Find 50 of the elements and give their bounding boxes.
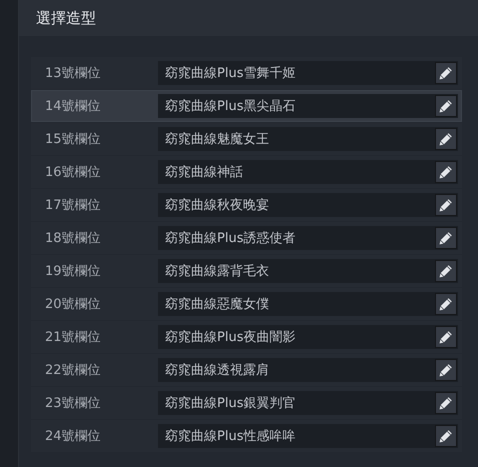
edit-button[interactable] — [435, 293, 457, 315]
slot-label: 20號欄位 — [44, 296, 102, 313]
name-field[interactable]: 窈窕曲線Plus夜曲闇影 — [158, 325, 458, 349]
pencil-icon — [439, 264, 453, 278]
edit-button[interactable] — [435, 161, 457, 183]
edit-button[interactable] — [435, 227, 457, 249]
slot-label: 17號欄位 — [44, 197, 102, 214]
slot-label: 14號欄位 — [44, 98, 102, 115]
edit-button[interactable] — [435, 392, 457, 414]
slot-label: 21號欄位 — [44, 329, 102, 346]
name-field[interactable]: 窈窕曲線Plus性感哞哞 — [158, 424, 458, 448]
name-field[interactable]: 窈窕曲線Plus誘惑使者 — [158, 226, 458, 250]
name-field[interactable]: 窈窕曲線透視露肩 — [158, 358, 458, 382]
pencil-icon — [439, 66, 453, 80]
edit-button[interactable] — [435, 194, 457, 216]
slot-label: 19號欄位 — [44, 263, 102, 280]
name-field[interactable]: 窈窕曲線Plus銀翼判官 — [158, 391, 458, 415]
slot-label: 22號欄位 — [44, 362, 102, 379]
pencil-icon — [439, 330, 453, 344]
slot-label: 24號欄位 — [44, 428, 102, 445]
name-field[interactable]: 窈窕曲線惡魔女僕 — [158, 292, 458, 316]
slot-label: 13號欄位 — [44, 65, 102, 82]
edit-button[interactable] — [435, 326, 457, 348]
name-field[interactable]: 窈窕曲線神話 — [158, 160, 458, 184]
name-field[interactable]: 窈窕曲線Plus黑尖晶石 — [158, 94, 458, 118]
pencil-icon — [439, 198, 453, 212]
panel-title: 選擇造型 — [36, 8, 96, 28]
slot-label: 16號欄位 — [44, 164, 102, 181]
slot-label: 15號欄位 — [44, 131, 102, 148]
edit-button[interactable] — [435, 359, 457, 381]
edit-button[interactable] — [435, 425, 457, 447]
pencil-icon — [439, 396, 453, 410]
name-field[interactable]: 窈窕曲線魅魔女王 — [158, 127, 458, 151]
pencil-icon — [439, 429, 453, 443]
edit-button[interactable] — [435, 62, 457, 84]
slot-row[interactable]: 14號欄位 窈窕曲線Plus黑尖晶石 — [31, 90, 462, 122]
pencil-icon — [439, 99, 453, 113]
name-field[interactable]: 窈窕曲線Plus雪舞千姬 — [158, 61, 458, 85]
pencil-icon — [439, 231, 453, 245]
pencil-icon — [439, 165, 453, 179]
slot-label: 18號欄位 — [44, 230, 102, 247]
edit-button[interactable] — [435, 95, 457, 117]
pencil-icon — [439, 132, 453, 146]
edit-button[interactable] — [435, 128, 457, 150]
name-field[interactable]: 窈窕曲線秋夜晚宴 — [158, 193, 458, 217]
slot-label: 23號欄位 — [44, 395, 102, 412]
name-field[interactable]: 窈窕曲線露背毛衣 — [158, 259, 458, 283]
edit-button[interactable] — [435, 260, 457, 282]
pencil-icon — [439, 363, 453, 377]
pencil-icon — [439, 297, 453, 311]
